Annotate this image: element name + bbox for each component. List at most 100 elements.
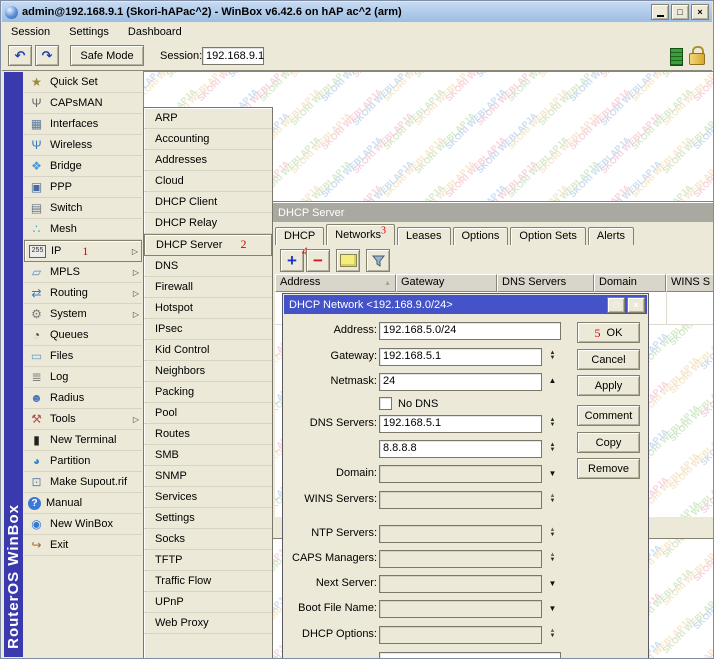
- dialog-maximize-button[interactable]: □: [607, 297, 625, 313]
- add-button[interactable]: +: [280, 249, 304, 272]
- sidebar-item-bridge[interactable]: ❖Bridge: [24, 156, 142, 177]
- submenu-item-settings[interactable]: Settings: [144, 508, 272, 529]
- spinner-icon[interactable]: ▲▼: [545, 528, 560, 538]
- redo-button[interactable]: ↷: [35, 45, 59, 66]
- sidebar-item-capsman[interactable]: ΨCAPsMAN: [24, 93, 142, 114]
- dhcp-server-titlebar[interactable]: DHCP Server: [273, 203, 714, 222]
- next-server-input[interactable]: [379, 575, 542, 593]
- sidebar-item-routing[interactable]: ⇄Routing▷: [24, 283, 142, 304]
- sidebar-item-manual[interactable]: ?Manual: [24, 493, 142, 514]
- submenu-item-smb[interactable]: SMB: [144, 445, 272, 466]
- wins-servers-input[interactable]: [379, 491, 542, 509]
- remove-entry-button[interactable]: −: [306, 249, 330, 272]
- submenu-item-dns[interactable]: DNS: [144, 256, 272, 277]
- dropdown-icon[interactable]: ▼: [545, 579, 560, 588]
- submenu-item-routes[interactable]: Routes: [144, 424, 272, 445]
- submenu-item-ipsec[interactable]: IPsec: [144, 319, 272, 340]
- sidebar-item-partition[interactable]: ◕Partition: [24, 451, 142, 472]
- submenu-item-arp[interactable]: ARP: [144, 108, 272, 129]
- netmask-input[interactable]: 24: [379, 373, 542, 391]
- dns-server-2-input[interactable]: 8.8.8.8: [379, 440, 542, 458]
- submenu-item-neighbors[interactable]: Neighbors: [144, 361, 272, 382]
- sidebar-item-files[interactable]: ▭Files: [24, 346, 142, 367]
- tab-options[interactable]: Options: [453, 227, 509, 245]
- caps-managers-input[interactable]: [379, 550, 542, 568]
- column-header-dns-servers[interactable]: DNS Servers: [497, 274, 594, 292]
- submenu-item-web-proxy[interactable]: Web Proxy: [144, 613, 272, 634]
- sidebar-item-mpls[interactable]: ▱MPLS▷: [24, 262, 142, 283]
- submenu-item-dhcp-server[interactable]: DHCP Server2: [144, 234, 272, 256]
- session-field[interactable]: 192.168.9.1: [202, 47, 264, 65]
- sidebar-item-system[interactable]: ⚙System▷: [24, 304, 142, 325]
- apply-button[interactable]: Apply: [577, 375, 640, 396]
- close-button[interactable]: ×: [691, 4, 709, 20]
- submenu-item-firewall[interactable]: Firewall: [144, 277, 272, 298]
- minimize-button[interactable]: [651, 4, 669, 20]
- undo-button[interactable]: ↶: [8, 45, 32, 66]
- spin-up-icon[interactable]: ▲: [545, 376, 560, 385]
- column-header-gateway[interactable]: Gateway: [396, 274, 497, 292]
- filter-button[interactable]: [366, 249, 390, 272]
- sidebar-item-interfaces[interactable]: ▦Interfaces: [24, 114, 142, 135]
- tab-option-sets[interactable]: Option Sets: [510, 227, 585, 245]
- cancel-button[interactable]: Cancel: [577, 349, 640, 370]
- submenu-item-addresses[interactable]: Addresses: [144, 150, 272, 171]
- comment-button[interactable]: Comment: [577, 405, 640, 426]
- address-input[interactable]: 192.168.5.0/24: [379, 322, 561, 340]
- submenu-item-services[interactable]: Services: [144, 487, 272, 508]
- column-header-address[interactable]: Address▲: [275, 274, 396, 292]
- no-dns-checkbox[interactable]: [379, 397, 392, 410]
- sidebar-item-tools[interactable]: ⚒Tools▷: [24, 409, 142, 430]
- submenu-item-cloud[interactable]: Cloud: [144, 171, 272, 192]
- column-header-domain[interactable]: Domain: [594, 274, 666, 292]
- submenu-item-upnp[interactable]: UPnP: [144, 592, 272, 613]
- column-header-wins-s[interactable]: WINS S: [666, 274, 714, 292]
- ntp-servers-input[interactable]: [379, 525, 542, 543]
- submenu-item-accounting[interactable]: Accounting: [144, 129, 272, 150]
- sidebar-item-radius[interactable]: ☻Radius: [24, 388, 142, 409]
- submenu-item-pool[interactable]: Pool: [144, 403, 272, 424]
- spinner-icon[interactable]: ▲▼: [545, 629, 560, 639]
- submenu-item-dhcp-client[interactable]: DHCP Client: [144, 192, 272, 213]
- dropdown-icon[interactable]: ▼: [545, 604, 560, 613]
- spinner-icon[interactable]: ▲▼: [545, 494, 560, 504]
- dialog-titlebar[interactable]: DHCP Network <192.168.9.0/24> □ ×: [284, 295, 647, 314]
- copy-button[interactable]: Copy: [577, 432, 640, 453]
- domain-input[interactable]: [379, 465, 542, 483]
- tab-leases[interactable]: Leases: [397, 227, 450, 245]
- sidebar-item-queues[interactable]: ◔Queues: [24, 325, 142, 346]
- dialog-close-button[interactable]: ×: [627, 297, 645, 313]
- tab-networks[interactable]: Networks3: [326, 224, 395, 245]
- dhcp-options-input[interactable]: [379, 626, 542, 644]
- gateway-input[interactable]: 192.168.5.1: [379, 348, 542, 366]
- sidebar-item-exit[interactable]: ↪Exit: [24, 535, 142, 556]
- menu-dashboard[interactable]: Dashboard: [128, 26, 182, 38]
- tab-alerts[interactable]: Alerts: [588, 227, 634, 245]
- spinner-icon[interactable]: ▲▼: [545, 443, 560, 453]
- submenu-item-packing[interactable]: Packing: [144, 382, 272, 403]
- spinner-icon[interactable]: ▲▼: [545, 351, 560, 361]
- comment-entry-button[interactable]: [336, 249, 360, 272]
- extra-field-partial[interactable]: [379, 652, 561, 659]
- submenu-item-snmp[interactable]: SNMP: [144, 466, 272, 487]
- window-titlebar[interactable]: admin@192.168.9.1 (Skori-hAPac^2) - WinB…: [2, 2, 712, 22]
- sidebar-item-ip[interactable]: 255IP1▷: [24, 240, 142, 262]
- ok-button[interactable]: 5OK: [577, 322, 640, 343]
- sidebar-item-mesh[interactable]: ∴Mesh: [24, 219, 142, 240]
- submenu-item-kid-control[interactable]: Kid Control: [144, 340, 272, 361]
- sidebar-item-new-terminal[interactable]: ▮New Terminal: [24, 430, 142, 451]
- sidebar-item-quick-set[interactable]: ★Quick Set: [24, 72, 142, 93]
- safe-mode-button[interactable]: Safe Mode: [70, 45, 144, 66]
- sidebar-item-switch[interactable]: ▤Switch: [24, 198, 142, 219]
- submenu-item-socks[interactable]: Socks: [144, 529, 272, 550]
- spinner-icon[interactable]: ▲▼: [545, 418, 560, 428]
- dns-server-1-input[interactable]: 192.168.5.1: [379, 415, 542, 433]
- menu-settings[interactable]: Settings: [69, 26, 109, 38]
- sidebar-item-ppp[interactable]: ▣PPP: [24, 177, 142, 198]
- dropdown-icon[interactable]: ▼: [545, 469, 560, 478]
- tab-dhcp[interactable]: DHCP: [275, 227, 324, 245]
- submenu-item-hotspot[interactable]: Hotspot: [144, 298, 272, 319]
- sidebar-item-make-supout-rif[interactable]: ⊡Make Supout.rif: [24, 472, 142, 493]
- boot-file-name-input[interactable]: [379, 600, 542, 618]
- maximize-button[interactable]: □: [671, 4, 689, 20]
